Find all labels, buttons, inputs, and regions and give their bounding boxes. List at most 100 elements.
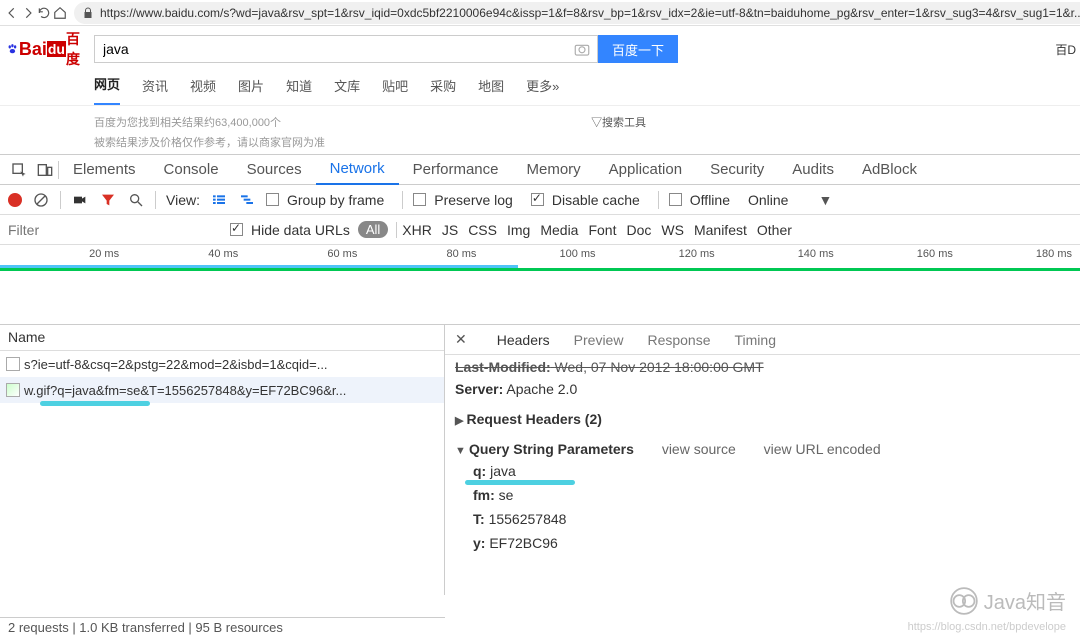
tab-application[interactable]: Application bbox=[595, 155, 696, 185]
address-bar[interactable]: https://www.baidu.com/s?wd=java&rsv_spt=… bbox=[74, 2, 1080, 24]
preserve-log-checkbox[interactable]: Preserve log bbox=[413, 192, 513, 208]
tab-map[interactable]: 地图 bbox=[478, 76, 504, 105]
camera-icon[interactable] bbox=[573, 40, 591, 58]
query-string-section[interactable]: Query String Parameters bbox=[455, 441, 634, 457]
devtools-tabs: Elements Console Sources Network Perform… bbox=[0, 155, 1080, 185]
tab-wenku[interactable]: 文库 bbox=[334, 76, 360, 105]
document-icon bbox=[6, 357, 20, 371]
view-url-encoded-link[interactable]: view URL encoded bbox=[764, 441, 881, 457]
tab-headers[interactable]: Headers bbox=[497, 332, 550, 348]
record-button[interactable] bbox=[8, 193, 22, 207]
tab-audits[interactable]: Audits bbox=[778, 155, 848, 185]
filter-input[interactable] bbox=[0, 216, 230, 244]
filter-icon[interactable] bbox=[99, 191, 117, 209]
view-label: View: bbox=[166, 192, 200, 208]
headers-pane: Last-Modified: Wed, 07 Nov 2012 18:00:00… bbox=[445, 355, 1080, 555]
lock-icon bbox=[82, 7, 94, 19]
search-tools[interactable]: ▽搜索工具 bbox=[591, 114, 646, 130]
results-meta: 百度为您找到相关结果约63,400,000个 ▽搜索工具 bbox=[0, 106, 1080, 134]
forward-button[interactable] bbox=[21, 2, 35, 24]
tab-adblock[interactable]: AdBlock bbox=[848, 155, 931, 185]
request-list: Name s?ie=utf-8&csq=2&pstg=22&mod=2&isbd… bbox=[0, 325, 445, 595]
tab-more[interactable]: 更多» bbox=[526, 76, 559, 105]
baidu-logo[interactable]: Baidu百度 bbox=[6, 34, 84, 64]
tab-video[interactable]: 视频 bbox=[190, 76, 216, 105]
hide-data-urls-checkbox[interactable]: Hide data URLs bbox=[230, 222, 350, 238]
clear-icon[interactable] bbox=[32, 191, 50, 209]
view-waterfall-icon[interactable] bbox=[238, 191, 256, 209]
tab-timing[interactable]: Timing bbox=[735, 332, 777, 348]
baidu-tabs: 网页 资讯 视频 图片 知道 文库 贴吧 采购 地图 更多» bbox=[0, 68, 1080, 106]
network-timeline[interactable]: 20 ms 40 ms 60 ms 80 ms 100 ms 120 ms 14… bbox=[0, 245, 1080, 325]
view-list-icon[interactable] bbox=[210, 191, 228, 209]
tab-news[interactable]: 资讯 bbox=[142, 76, 168, 105]
filter-other[interactable]: Other bbox=[752, 222, 797, 238]
dropdown-icon[interactable]: ▼ bbox=[818, 192, 832, 208]
image-icon bbox=[6, 383, 20, 397]
results-hint: 被索结果涉及价格仅作参考，请以商家官网为准 bbox=[0, 134, 1080, 154]
disable-cache-checkbox[interactable]: Disable cache bbox=[531, 192, 640, 208]
tab-console[interactable]: Console bbox=[150, 155, 233, 185]
offline-checkbox[interactable]: Offline bbox=[669, 192, 730, 208]
timeline-bar-green bbox=[0, 268, 1080, 271]
view-source-link[interactable]: view source bbox=[662, 441, 736, 457]
browser-toolbar: https://www.baidu.com/s?wd=java&rsv_spt=… bbox=[0, 0, 1080, 26]
filter-font[interactable]: Font bbox=[583, 222, 621, 238]
inspect-icon[interactable] bbox=[6, 157, 32, 183]
search-box bbox=[94, 35, 598, 63]
filter-ws[interactable]: WS bbox=[656, 222, 689, 238]
tab-network[interactable]: Network bbox=[316, 155, 399, 185]
device-icon[interactable] bbox=[32, 157, 58, 183]
tab-zhidao[interactable]: 知道 bbox=[286, 76, 312, 105]
name-column-header[interactable]: Name bbox=[0, 325, 444, 351]
network-status-bar: 2 requests | 1.0 KB transferred | 95 B r… bbox=[0, 617, 445, 639]
devtools-panel: Elements Console Sources Network Perform… bbox=[0, 154, 1080, 595]
results-count: 百度为您找到相关结果约63,400,000个 bbox=[94, 114, 281, 130]
tab-response[interactable]: Response bbox=[647, 332, 710, 348]
filter-doc[interactable]: Doc bbox=[621, 222, 656, 238]
request-row[interactable]: s?ie=utf-8&csq=2&pstg=22&mod=2&isbd=1&cq… bbox=[0, 351, 444, 377]
request-row[interactable]: w.gif?q=java&fm=se&T=1556257848&y=EF72BC… bbox=[0, 377, 444, 403]
tab-sources[interactable]: Sources bbox=[233, 155, 316, 185]
tab-memory[interactable]: Memory bbox=[513, 155, 595, 185]
annotation-mark bbox=[40, 401, 150, 406]
filter-manifest[interactable]: Manifest bbox=[689, 222, 752, 238]
filter-css[interactable]: CSS bbox=[463, 222, 502, 238]
tab-preview[interactable]: Preview bbox=[574, 332, 624, 348]
tab-elements[interactable]: Elements bbox=[59, 155, 150, 185]
network-body: Name s?ie=utf-8&csq=2&pstg=22&mod=2&isbd… bbox=[0, 325, 1080, 595]
annotation-mark bbox=[465, 480, 575, 485]
url-text: https://www.baidu.com/s?wd=java&rsv_spt=… bbox=[100, 6, 1080, 20]
request-headers-section[interactable]: Request Headers (2) bbox=[455, 411, 602, 427]
filter-img[interactable]: Img bbox=[502, 222, 535, 238]
baidu-header: Baidu百度 百度一下 百D bbox=[0, 26, 1080, 68]
filter-media[interactable]: Media bbox=[535, 222, 583, 238]
search-button[interactable]: 百度一下 bbox=[598, 35, 678, 63]
home-button[interactable] bbox=[53, 2, 67, 24]
search-icon[interactable] bbox=[127, 191, 145, 209]
tab-caigou[interactable]: 采购 bbox=[430, 76, 456, 105]
tab-web[interactable]: 网页 bbox=[94, 74, 120, 105]
network-filterbar: Hide data URLs All XHR JS CSS Img Media … bbox=[0, 215, 1080, 245]
back-button[interactable] bbox=[5, 2, 19, 24]
watermark: Java知音 bbox=[950, 586, 1066, 615]
reload-button[interactable] bbox=[37, 2, 51, 24]
details-tabs: ✕ Headers Preview Response Timing bbox=[445, 325, 1080, 355]
close-icon[interactable]: ✕ bbox=[455, 331, 467, 348]
right-text: 百D bbox=[1055, 41, 1076, 58]
tab-image[interactable]: 图片 bbox=[238, 76, 264, 105]
search-input[interactable] bbox=[95, 36, 573, 62]
group-by-frame-checkbox[interactable]: Group by frame bbox=[266, 192, 384, 208]
tab-performance[interactable]: Performance bbox=[399, 155, 513, 185]
tab-security[interactable]: Security bbox=[696, 155, 778, 185]
filter-all[interactable]: All bbox=[358, 221, 388, 238]
network-toolbar: View: Group by frame Preserve log Disabl… bbox=[0, 185, 1080, 215]
throttling-select[interactable]: Online bbox=[748, 192, 788, 208]
watermark-url: https://blog.csdn.net/bpdevelope bbox=[908, 621, 1066, 633]
tab-tieba[interactable]: 贴吧 bbox=[382, 76, 408, 105]
paw-icon bbox=[6, 39, 19, 59]
filter-xhr[interactable]: XHR bbox=[397, 222, 437, 238]
camera-toggle-icon[interactable] bbox=[71, 191, 89, 209]
filter-js[interactable]: JS bbox=[437, 222, 463, 238]
request-details: ✕ Headers Preview Response Timing Last-M… bbox=[445, 325, 1080, 595]
